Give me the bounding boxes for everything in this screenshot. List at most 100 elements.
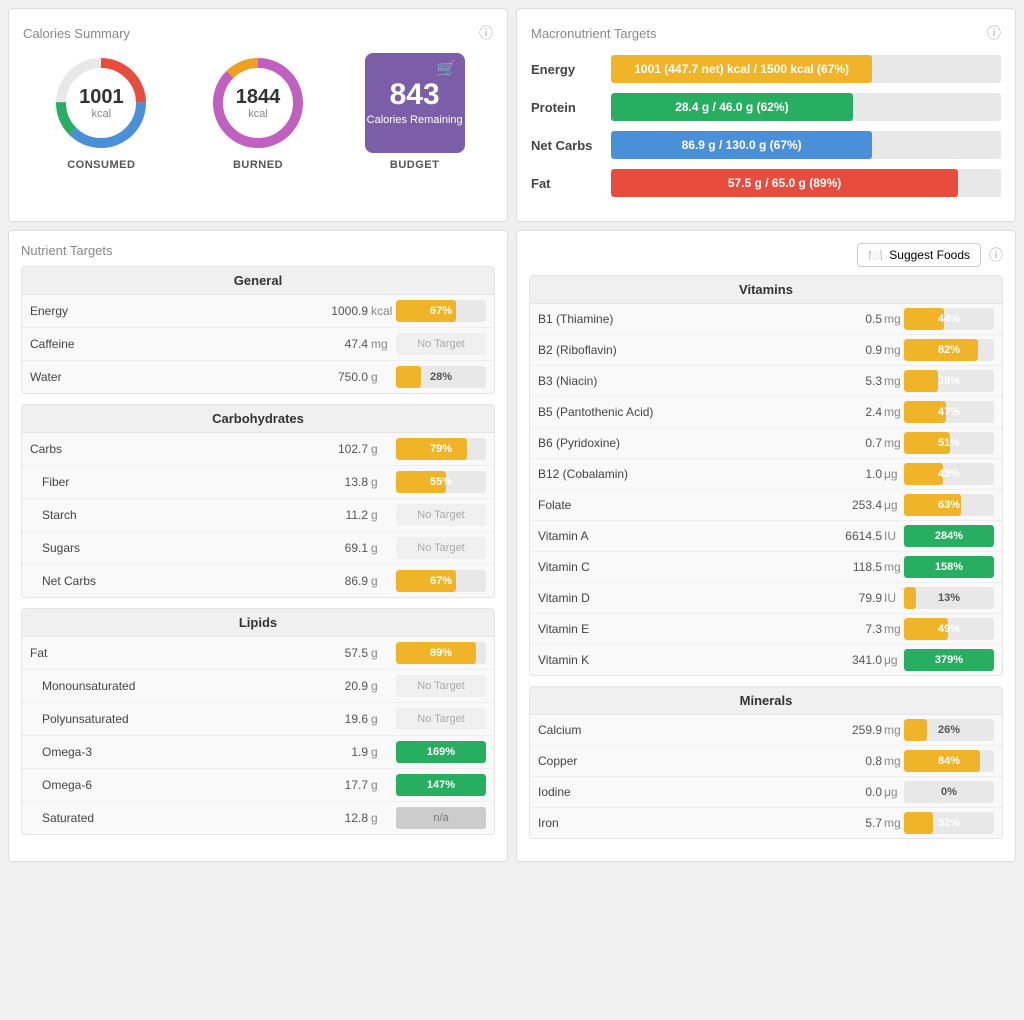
vitamin-bar-cell: 43% — [904, 463, 994, 485]
mineral-bar-cell: 26% — [904, 719, 994, 741]
nutrient-value: 11.2 — [308, 508, 368, 522]
nutrient-name: Net Carbs — [42, 574, 308, 588]
vitamin-bar-cell: 38% — [904, 370, 994, 392]
nutrient-bar-text: 169% — [427, 746, 455, 758]
vitamin-value: 7.3 — [827, 622, 882, 636]
nutrient-bar-text: 79% — [430, 443, 452, 455]
calories-info-icon[interactable]: ⓘ — [479, 23, 493, 43]
macro-bar-fill: 86.9 g / 130.0 g (67%) — [611, 131, 872, 159]
vitamin-row: Vitamin D 79.9 IU 13% — [530, 583, 1002, 614]
nutrient-unit: g — [368, 370, 396, 384]
consumed-value: 1001 — [79, 86, 124, 108]
nutrient-unit: g — [368, 646, 396, 660]
nutrient-name: Energy — [30, 304, 308, 318]
nutrient-value: 17.7 — [308, 778, 368, 792]
nutrient-unit: g — [368, 475, 396, 489]
vitamin-unit: μg — [882, 498, 904, 512]
vit-bar-fill — [904, 719, 927, 741]
nutrient-row: Energy 1000.9 kcal 67% — [22, 295, 494, 328]
nutrient-value: 1.9 — [308, 745, 368, 759]
no-target-cell: No Target — [396, 504, 486, 526]
vit-bar-text: 49% — [938, 623, 960, 635]
nutrient-bar-wrap: 89% — [396, 642, 486, 664]
vit-bar-wrap: 49% — [904, 618, 994, 640]
macro-targets-panel: Macronutrient Targets ⓘ Energy 1001 (447… — [516, 8, 1016, 222]
nutrient-bar-wrap: 67% — [396, 570, 486, 592]
vit-bar-text: 13% — [938, 592, 960, 604]
mineral-bar-cell: 84% — [904, 750, 994, 772]
vitamins-title: Vitamins — [530, 276, 1002, 304]
vitamins-info-icon[interactable]: ⓘ — [989, 245, 1003, 265]
nutrient-bar-cell: n/a — [396, 807, 486, 829]
vitamin-unit: μg — [882, 467, 904, 481]
vitamin-name: B12 (Cobalamin) — [538, 467, 827, 481]
nutrient-value: 57.5 — [308, 646, 368, 660]
vitamin-name: Vitamin K — [538, 653, 827, 667]
macro-bar-container: 86.9 g / 130.0 g (67%) — [611, 131, 1001, 159]
nutrient-unit: mg — [368, 337, 396, 351]
nutrient-bar-fill — [396, 366, 421, 388]
vitamin-name: B2 (Riboflavin) — [538, 343, 827, 357]
macro-bar-container: 1001 (447.7 net) kcal / 1500 kcal (67%) — [611, 55, 1001, 83]
vitamin-value: 118.5 — [827, 560, 882, 574]
vit-bar-wrap: 284% — [904, 525, 994, 547]
burned-value: 1844 — [236, 86, 281, 108]
mineral-value: 0.0 — [827, 785, 882, 799]
nutrient-bar-cell: No Target — [396, 708, 486, 730]
nutrient-group-title: Carbohydrates — [22, 405, 494, 433]
macro-label: Fat — [531, 176, 611, 191]
nutrient-value: 47.4 — [308, 337, 368, 351]
nutrient-bar-cell: 169% — [396, 741, 486, 763]
vit-bar-wrap: 379% — [904, 649, 994, 671]
nutrient-row: Water 750.0 g 28% — [22, 361, 494, 393]
nutrient-bar-cell: No Target — [396, 675, 486, 697]
macro-label: Energy — [531, 62, 611, 77]
consumed-circle: 1001 kcal CONSUMED — [51, 53, 151, 171]
nutrient-name: Omega-6 — [42, 778, 308, 792]
nutrient-value: 12.8 — [308, 811, 368, 825]
nutrient-group-title: Lipids — [22, 609, 494, 637]
mineral-row: Iron 5.7 mg 32% — [530, 808, 1002, 838]
vit-bar-wrap: 63% — [904, 494, 994, 516]
vitamin-bar-cell: 47% — [904, 401, 994, 423]
vit-bar-text: 32% — [938, 817, 960, 829]
nutrient-bar-text: 147% — [427, 779, 455, 791]
nutrient-row: Saturated 12.8 g n/a — [22, 802, 494, 834]
vit-bar-text: 47% — [938, 406, 960, 418]
vitamin-unit: mg — [882, 405, 904, 419]
nutrient-row: Fiber 13.8 g 55% — [22, 466, 494, 499]
vit-bar-wrap: 43% — [904, 463, 994, 485]
nutrient-value: 20.9 — [308, 679, 368, 693]
nutrient-bar-cell: No Target — [396, 333, 486, 355]
vit-bar-text: 158% — [935, 561, 963, 573]
nutrient-unit: kcal — [368, 304, 396, 318]
nutrient-value: 19.6 — [308, 712, 368, 726]
macro-info-icon[interactable]: ⓘ — [987, 23, 1001, 43]
mineral-name: Calcium — [538, 723, 827, 737]
vitamin-bar-cell: 13% — [904, 587, 994, 609]
vitamin-bar-cell: 63% — [904, 494, 994, 516]
vit-bar-wrap: 13% — [904, 587, 994, 609]
nutrient-bar-text: 67% — [430, 305, 452, 317]
nutrient-name: Monounsaturated — [42, 679, 308, 693]
vitamins-minerals-panel: 🍽️ Suggest Foods ⓘ Vitamins B1 (Thiamine… — [516, 230, 1016, 862]
macro-bar-text: 57.5 g / 65.0 g (89%) — [728, 176, 841, 190]
nutrient-bar-text: 67% — [430, 575, 452, 587]
vitamin-row: B1 (Thiamine) 0.5 mg 44% — [530, 304, 1002, 335]
mineral-name: Copper — [538, 754, 827, 768]
nutrient-row: Caffeine 47.4 mg No Target — [22, 328, 494, 361]
nutrient-bar-wrap: 67% — [396, 300, 486, 322]
suggest-foods-button[interactable]: 🍽️ Suggest Foods — [857, 243, 981, 267]
vitamin-name: B6 (Pyridoxine) — [538, 436, 827, 450]
macro-row: Net Carbs 86.9 g / 130.0 g (67%) — [531, 131, 1001, 159]
nutrient-bar-wrap: 147% — [396, 774, 486, 796]
nutrient-bar-cell: No Target — [396, 504, 486, 526]
no-target-cell: No Target — [396, 708, 486, 730]
vitamin-value: 2.4 — [827, 405, 882, 419]
vitamin-value: 253.4 — [827, 498, 882, 512]
vitamin-value: 341.0 — [827, 653, 882, 667]
vitamin-value: 5.3 — [827, 374, 882, 388]
vit-bar-text: 0% — [941, 786, 957, 798]
macro-bar-text: 1001 (447.7 net) kcal / 1500 kcal (67%) — [634, 62, 849, 76]
nutrient-bar-text: 28% — [430, 371, 452, 383]
